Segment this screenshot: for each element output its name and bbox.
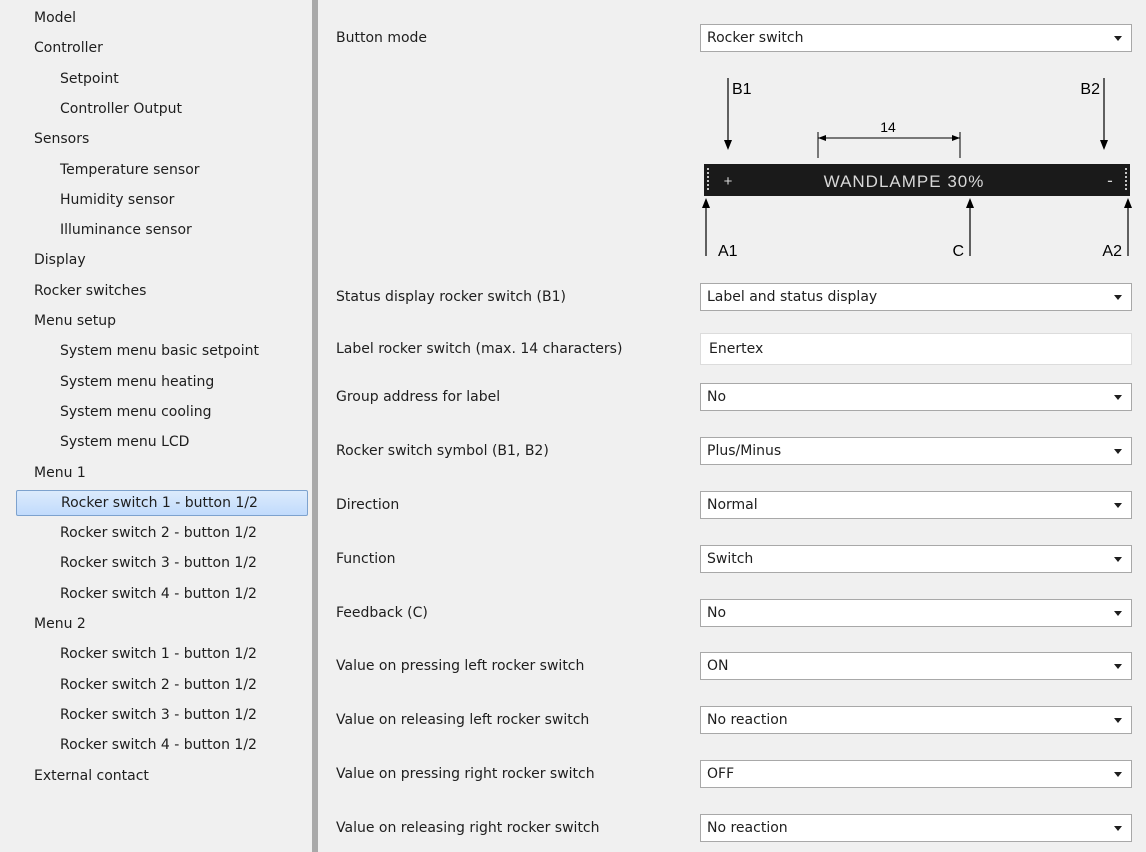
tree-item[interactable]: Setpoint	[0, 66, 119, 92]
release-right-value: No reaction	[707, 820, 788, 836]
tree-item[interactable]: Rocker switch 4 - button 1/2	[0, 581, 257, 607]
b1-arrowhead	[724, 140, 732, 150]
chevron-down-icon	[1114, 826, 1122, 831]
width-dimension-label: 14	[880, 119, 896, 135]
tree-item[interactable]: System menu heating	[0, 369, 214, 395]
press-left-dropdown[interactable]: ON	[700, 652, 1132, 680]
group-address-dropdown[interactable]: No	[700, 383, 1132, 411]
release-right-label: Value on releasing right rocker switch	[336, 820, 600, 836]
chevron-down-icon	[1114, 295, 1122, 300]
lcd-minus-symbol: -	[1107, 171, 1113, 190]
a2-arrowhead	[1124, 198, 1132, 208]
tree-item[interactable]: Controller Output	[0, 96, 182, 122]
width-dimension-right-arrowhead	[952, 135, 960, 141]
chevron-down-icon	[1114, 449, 1122, 454]
tree-item[interactable]: Menu 2	[0, 611, 86, 637]
width-dimension-left-arrowhead	[818, 135, 826, 141]
status-display-label: Status display rocker switch (B1)	[336, 289, 566, 305]
lcd-plus-symbol: +	[724, 173, 733, 190]
tree-item[interactable]: System menu LCD	[0, 429, 189, 455]
group-address-label: Group address for label	[336, 389, 501, 405]
c-arrowhead	[966, 198, 974, 208]
label-rocker-input[interactable]	[700, 333, 1132, 365]
chevron-down-icon	[1114, 772, 1122, 777]
chevron-down-icon	[1114, 503, 1122, 508]
chevron-down-icon	[1114, 395, 1122, 400]
tree-item[interactable]: Menu 1	[0, 460, 86, 486]
button-mode-dropdown[interactable]: Rocker switch	[700, 24, 1132, 52]
feedback-label: Feedback (C)	[336, 605, 428, 621]
press-right-value: OFF	[707, 766, 735, 782]
release-left-value: No reaction	[707, 712, 788, 728]
group-address-value: No	[707, 389, 727, 405]
chevron-down-icon	[1114, 557, 1122, 562]
status-display-dropdown[interactable]: Label and status display	[700, 283, 1132, 311]
tree-item[interactable]: Controller	[0, 35, 103, 61]
tree-item[interactable]: Rocker switch 1 - button 1/2	[0, 641, 257, 667]
button-mode-value: Rocker switch	[707, 30, 804, 46]
feedback-dropdown[interactable]: No	[700, 599, 1132, 627]
label-rocker-label: Label rocker switch (max. 14 characters)	[336, 341, 623, 357]
b2-label: B2	[1080, 81, 1100, 98]
a1-arrowhead	[702, 198, 710, 208]
press-left-label: Value on pressing left rocker switch	[336, 658, 585, 674]
status-display-value: Label and status display	[707, 289, 878, 305]
function-value: Switch	[707, 551, 754, 567]
a2-label: A2	[1102, 243, 1122, 260]
tree-item[interactable]: Humidity sensor	[0, 187, 174, 213]
function-dropdown[interactable]: Switch	[700, 545, 1132, 573]
lcd-display-text: WANDLAMPE 30%	[824, 172, 985, 191]
a1-label: A1	[718, 243, 738, 260]
press-right-dropdown[interactable]: OFF	[700, 760, 1132, 788]
direction-dropdown[interactable]: Normal	[700, 491, 1132, 519]
tree-item[interactable]: External contact	[0, 763, 149, 789]
rocker-display-diagram: B1 B2 14 + - WANDLAMPE 30% A1 C A2	[702, 78, 1132, 260]
b2-arrowhead	[1100, 140, 1108, 150]
tree-item[interactable]: Menu setup	[0, 308, 116, 334]
tree-item[interactable]: Model	[0, 5, 76, 31]
symbol-value: Plus/Minus	[707, 443, 782, 459]
function-label: Function	[336, 551, 396, 567]
chevron-down-icon	[1114, 664, 1122, 669]
tree-item[interactable]: System menu cooling	[0, 399, 211, 425]
chevron-down-icon	[1114, 36, 1122, 41]
c-label: C	[952, 243, 964, 260]
tree-item[interactable]: Rocker switch 1 - button 1/2	[16, 490, 308, 516]
tree-item[interactable]: Display	[0, 247, 86, 273]
chevron-down-icon	[1114, 611, 1122, 616]
press-left-value: ON	[707, 658, 729, 674]
tree-item[interactable]: System menu basic setpoint	[0, 338, 259, 364]
tree-item[interactable]: Rocker switch 3 - button 1/2	[0, 550, 257, 576]
tree-item[interactable]: Illuminance sensor	[0, 217, 192, 243]
release-left-dropdown[interactable]: No reaction	[700, 706, 1132, 734]
b1-label: B1	[732, 81, 752, 98]
tree-item[interactable]: Rocker switches	[0, 278, 146, 304]
direction-value: Normal	[707, 497, 758, 513]
parameter-panel: Button mode Rocker switch B1 B2 14 + - W…	[318, 0, 1146, 852]
direction-label: Direction	[336, 497, 400, 513]
symbol-dropdown[interactable]: Plus/Minus	[700, 437, 1132, 465]
tree-item[interactable]: Rocker switch 2 - button 1/2	[0, 672, 257, 698]
feedback-value: No	[707, 605, 727, 621]
release-left-label: Value on releasing left rocker switch	[336, 712, 590, 728]
press-right-label: Value on pressing right rocker switch	[336, 766, 595, 782]
tree-item[interactable]: Sensors	[0, 126, 89, 152]
tree-item[interactable]: Temperature sensor	[0, 157, 200, 183]
tree-item[interactable]: Rocker switch 4 - button 1/2	[0, 732, 257, 758]
chevron-down-icon	[1114, 718, 1122, 723]
button-mode-label: Button mode	[336, 30, 428, 46]
tree-item[interactable]: Rocker switch 3 - button 1/2	[0, 702, 257, 728]
release-right-dropdown[interactable]: No reaction	[700, 814, 1132, 842]
parameter-tree: Model Controller Setpoint Controller Output…	[0, 0, 312, 852]
tree-item[interactable]: Rocker switch 2 - button 1/2	[0, 520, 257, 546]
symbol-label: Rocker switch symbol (B1, B2)	[336, 443, 549, 459]
